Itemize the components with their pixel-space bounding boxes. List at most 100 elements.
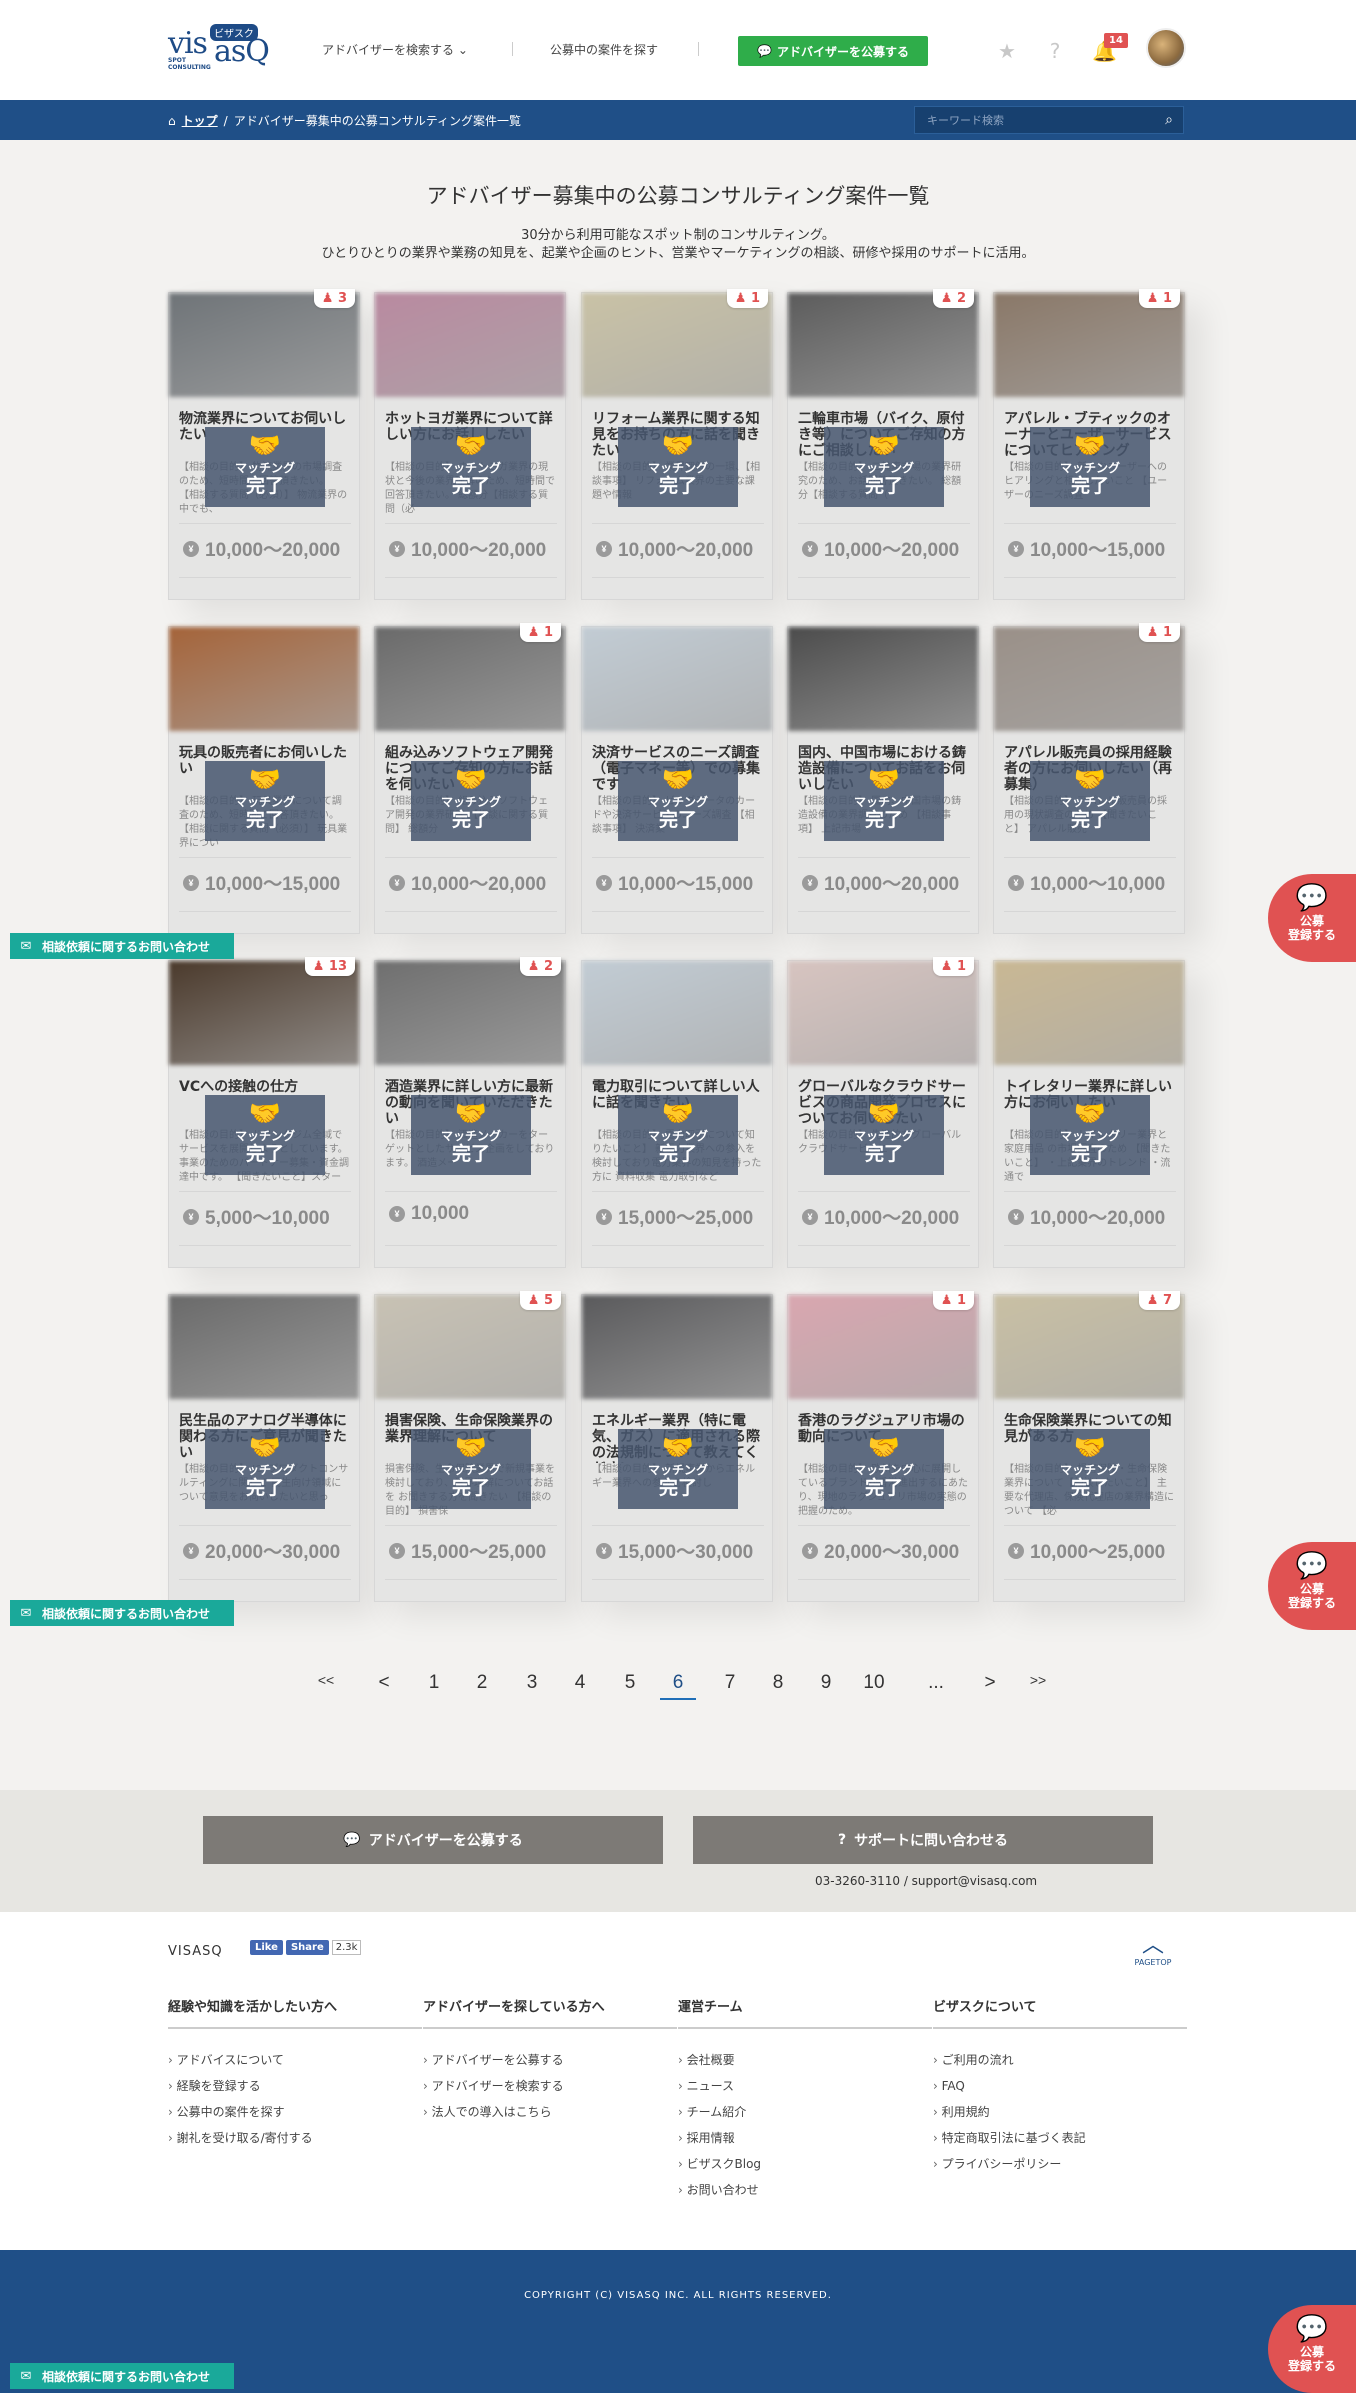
nav-search-advisors[interactable]: アドバイザーを検索する ⌄ [322,41,468,58]
star-icon[interactable]: ★ [996,40,1018,62]
footer-link[interactable]: 採用情報 [678,2125,932,2151]
person-icon: ♟ [940,291,953,306]
project-image [169,961,359,1065]
page-link[interactable]: 4 [562,1672,598,1694]
footer-link[interactable]: 利用規約 [933,2099,1187,2125]
footer-link[interactable]: FAQ [933,2073,1187,2099]
page-link[interactable]: << [308,1672,344,1688]
divider [592,1245,764,1246]
copyright: COPYRIGHT (C) VISASQ INC. ALL RIGHTS RES… [524,2290,832,2301]
project-image [788,961,978,1065]
project-card[interactable]: 組み込みソフトウェア開発についてご存知の方にお話を伺いたい【相談の目的】 組み込… [374,623,566,934]
page-current[interactable]: 6 [660,1672,696,1700]
project-card[interactable]: リフォーム業界に関する知見をお持ちの方に話を聞きたい【相談の目的】 業界理解の一… [581,289,773,600]
facebook-like-button[interactable]: Like [250,1940,283,1955]
mail-icon: ✉ [20,938,32,954]
page-link[interactable]: 9 [808,1672,844,1694]
project-card[interactable]: エネルギー業界（特に電気、ガス）に適用される際の法規制について教えてください【相… [581,1294,773,1602]
side-register-button[interactable]: 💬 公募 登録する [1268,2305,1356,2393]
page-link[interactable]: < [366,1672,402,1694]
project-card[interactable]: 物流業界についてお伺いしたい【相談の目的】 物流業界の市場調査のため、短時間で回… [168,289,360,600]
page-link[interactable]: ... [918,1672,954,1694]
side-register-button[interactable]: 💬 公募 登録する [1268,1542,1356,1630]
divider [798,911,970,912]
page-link[interactable]: 8 [760,1672,796,1694]
side-register-button[interactable]: 💬 公募 登録する [1268,874,1356,962]
page-link[interactable]: 7 [712,1672,748,1694]
project-card[interactable]: 香港のラグジュアリ市場の動向について【相談の目的】 欧州を中心に展開しているブラ… [787,1291,979,1602]
side-contact-button[interactable]: ✉ 相談依頼に関するお問い合わせ [10,933,234,959]
project-card[interactable]: 国内、中国市場における鋳造設備についてお話をお伺いしたい【相談の目的】 国内、中… [787,626,979,934]
help-icon[interactable]: ? [1044,40,1066,62]
publish-advisor-button[interactable]: 💬 アドバイザーを公募する [738,36,928,66]
avatar[interactable] [1146,28,1186,68]
divider [179,1191,351,1192]
page-link[interactable]: >> [1020,1672,1056,1688]
footer-link[interactable]: プライバシーポリシー [933,2151,1187,2177]
side-contact-button[interactable]: ✉ 相談依頼に関するお問い合わせ [10,1600,234,1626]
project-card[interactable]: 民生品のアナログ半導体に関わる方にご意見が聞きたい【相談の目的】 ICTプロダク… [168,1294,360,1602]
footer-link[interactable]: 会社概要 [678,2047,932,2073]
page-link[interactable]: 3 [514,1672,550,1694]
project-card[interactable]: 電力取引について詳しい人に話を聞きたい【相談の目的】 電力取引について知りたいこ… [581,960,773,1268]
yen-icon: ¥ [183,1208,199,1225]
project-price: ¥20,000〜30,000 [183,1537,355,1564]
footer-link[interactable]: 公募中の案件を探す [168,2099,422,2125]
footer-link[interactable]: 謝礼を受け取る/寄付する [168,2125,422,2151]
footer-link[interactable]: チーム紹介 [678,2099,932,2125]
footer-link[interactable]: ビザスクBlog [678,2151,932,2177]
project-price: ¥10,000〜15,000 [596,869,768,896]
footer-link[interactable]: お問い合わせ [678,2177,932,2203]
yen-icon: ¥ [802,540,818,557]
divider [592,1525,764,1526]
project-card[interactable]: トイレタリー業界に詳しい方にお伺いしたい【相談の目的】 トイレタリー業界と家庭用… [993,960,1185,1268]
visasq-logo[interactable]: vis ビザスク asQ SPOT CONSULTING [168,24,270,71]
search-icon[interactable]: ⌕ [1155,112,1183,128]
page-link[interactable]: 5 [612,1672,648,1694]
project-card[interactable]: 損害保険、生命保険業界の業界理解について損害保険、生命保険業界で新規事業を検討し… [374,1291,566,1602]
person-icon: ♟ [940,1293,953,1308]
footer-link[interactable]: アドバイザーを公募する [423,2047,677,2073]
footer-link[interactable]: ご利用の流れ [933,2047,1187,2073]
side-contact-button[interactable]: ✉ 相談依頼に関するお問い合わせ [10,2363,234,2389]
project-card[interactable]: アパレル販売員の採用経験者の方にお伺いしたい（再募集）【相談の目的】 アパレル販… [993,623,1185,934]
footer-link[interactable]: 法人での導入はこちら [423,2099,677,2125]
project-card[interactable]: 生命保険業界についての知見がある方【相談の目的】 損害保険・生命保険業界について… [993,1291,1185,1602]
cta-publish-button[interactable]: 💬 アドバイザーを公募する [203,1816,663,1864]
favorite-count-badge: ♟ 2 [932,289,974,308]
project-card[interactable]: 決済サービスのニーズ調査（電子マネー等）での募集です【相談の目的】 ビッグデータ… [581,626,773,934]
project-card[interactable]: 酒造業界に詳しい方に最新の動向を聞いていただきたい【相談の目的】 酒造メーカーを… [374,957,566,1268]
handshake-icon: 🤝 [1073,1099,1107,1129]
person-icon: ♟ [527,1293,540,1308]
breadcrumb-home-link[interactable]: トップ [182,112,218,129]
project-card[interactable]: VCへの接触の仕方【相談の目的】 ドリンクジム全域でサービスを展開しようとしてい… [168,957,360,1268]
footer-link[interactable]: ニュース [678,2073,932,2099]
yen-icon: ¥ [802,1542,818,1559]
project-card[interactable]: グローバルなクラウドサービスの商品開発プロセスについてお伺いしたい【相談の目的】… [787,957,979,1268]
page-link[interactable]: > [972,1672,1008,1694]
project-card[interactable]: ホットヨガ業界について詳しい方にお話ししたい【相談の目的】 ホットヨガ業界の現状… [374,292,566,600]
divider [385,577,557,578]
page-link[interactable]: 2 [464,1672,500,1694]
page-link[interactable]: 10 [856,1672,892,1694]
matching-complete-overlay: 🤝 マッチング 完了 [411,1429,531,1509]
matching-complete-overlay: 🤝 マッチング 完了 [1030,761,1150,841]
page-link[interactable]: 1 [416,1672,452,1694]
footer-link[interactable]: 経験を登録する [168,2073,422,2099]
matching-complete-overlay: 🤝 マッチング 完了 [1030,427,1150,507]
footer-link[interactable]: アドバイスについて [168,2047,422,2073]
project-image [375,1295,565,1399]
project-card[interactable]: 玩具の販売者にお伺いしたい【相談の目的】 玩具業界について調査のため、短時間で回… [168,626,360,934]
cta-support-button[interactable]: ? サポートに問い合わせる [693,1816,1153,1864]
search-input[interactable] [915,113,1155,127]
yen-icon: ¥ [596,874,612,891]
facebook-share-button[interactable]: Share [285,1940,329,1955]
footer-link[interactable]: アドバイザーを検索する [423,2073,677,2099]
divider [179,857,351,858]
project-price: ¥10,000〜20,000 [183,535,355,562]
project-card[interactable]: アパレル・ブティックのオーナーとユーザーサービスについてヒアリング【相談の目的】… [993,289,1185,600]
footer-link[interactable]: 特定商取引法に基づく表記 [933,2125,1187,2151]
project-card[interactable]: 二輪車市場（バイク、原付き等）についてご存知の方にご相談したい【相談の目的】 二… [787,289,979,600]
pagetop-button[interactable]: ︿ PAGETOP [1126,1934,1180,1968]
nav-find-projects[interactable]: 公募中の案件を探す [550,41,658,58]
